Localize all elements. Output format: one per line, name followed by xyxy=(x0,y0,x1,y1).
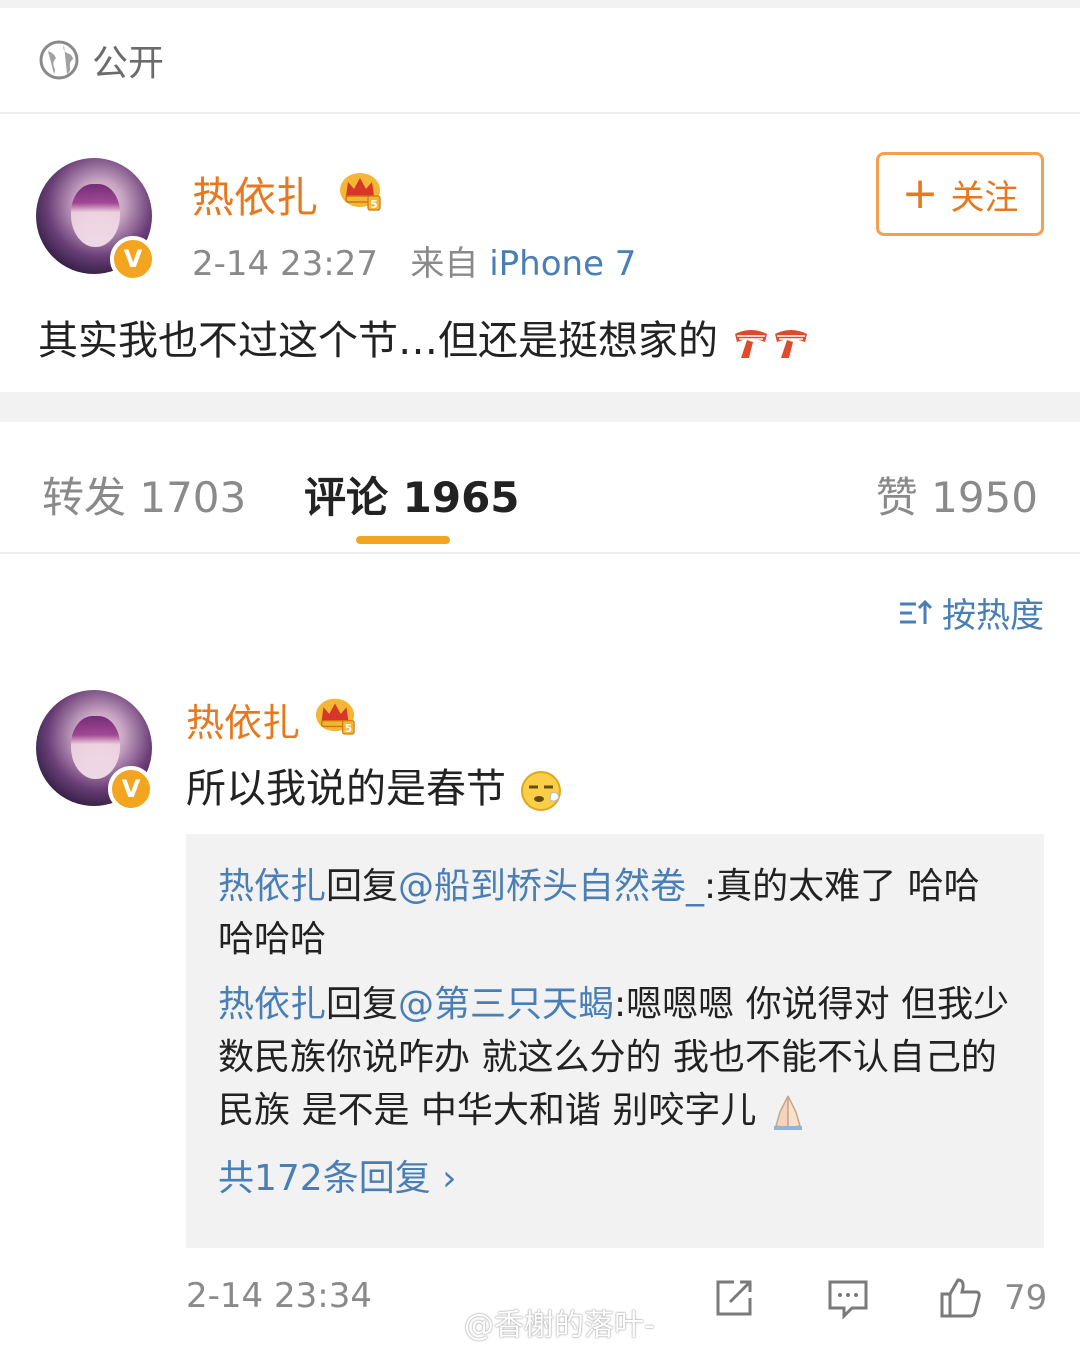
reply-mention[interactable]: @船到桥头自然卷_ xyxy=(398,866,704,907)
comment-like-count: 79 xyxy=(1004,1278,1048,1318)
comment-icon[interactable] xyxy=(826,1276,870,1320)
watermark-text: @香榭的落叶- xyxy=(464,1308,655,1343)
section-divider xyxy=(0,392,1080,422)
post-device[interactable]: iPhone 7 xyxy=(489,244,636,284)
folded-hands-emoji-icon xyxy=(773,1095,802,1130)
reply-preview-box[interactable]: 热依扎回复@船到桥头自然卷_:真的太难了 哈哈哈哈哈 热依扎回复@第三只天蝎:嗯… xyxy=(186,834,1044,1248)
visibility-label: 公开 xyxy=(92,43,165,84)
post-content: 其实我也不过这个节…但还是挺想家的 xyxy=(38,308,811,366)
post-source-prefix: 来自 xyxy=(410,244,479,284)
sort-label: 按热度 xyxy=(942,596,1044,636)
svg-text:5: 5 xyxy=(370,198,378,211)
scarf-emoji-icon xyxy=(774,330,807,358)
svg-text:5: 5 xyxy=(345,723,352,735)
post-content-text: 其实我也不过这个节…但还是挺想家的 xyxy=(38,318,718,364)
verified-badge-icon: V xyxy=(110,236,156,282)
weibo-post: V 热依扎 5 2-14 23:27 来自 iPhone 7 + 关注 其实我也… xyxy=(0,114,1080,392)
comment-text: 所以我说的是春节 xyxy=(186,756,563,814)
post-meta: 2-14 23:27 来自 iPhone 7 xyxy=(192,236,636,285)
vip-crown-icon: 5 xyxy=(336,166,384,212)
vip-crown-icon: 5 xyxy=(312,692,358,736)
verified-badge-icon: V xyxy=(108,766,154,812)
reply-mention[interactable]: @第三只天蝎 xyxy=(398,984,614,1025)
reply-author[interactable]: 热依扎 xyxy=(218,984,326,1025)
share-icon[interactable] xyxy=(712,1276,756,1320)
sleepy-face-emoji-icon xyxy=(520,771,561,811)
sort-button[interactable]: 按热度 xyxy=(898,588,1044,637)
reply-verb: 回复 xyxy=(326,866,399,907)
sort-icon xyxy=(900,599,933,624)
reply-author[interactable]: 热依扎 xyxy=(218,866,326,907)
view-all-replies-link[interactable]: 共172条回复 › xyxy=(218,1149,1012,1201)
post-author-name[interactable]: 热依扎 xyxy=(192,164,318,225)
follow-label: 关注 xyxy=(950,177,1019,218)
tab-repost[interactable]: 转发 1703 xyxy=(42,464,246,525)
visibility-bar: 公开 xyxy=(0,0,1080,114)
tab-like[interactable]: 赞 1950 xyxy=(876,464,1038,525)
watermark: @香榭的落叶- xyxy=(416,1300,655,1344)
weibo-logo-icon xyxy=(416,1307,458,1338)
active-tab-indicator xyxy=(356,536,450,544)
like-thumb-icon[interactable] xyxy=(938,1276,982,1320)
scarf-emoji-icon xyxy=(734,330,767,358)
reply-verb: 回复 xyxy=(326,984,399,1025)
plus-icon: + xyxy=(901,168,939,219)
comment-text-content: 所以我说的是春节 xyxy=(186,766,506,812)
post-time: 2-14 23:27 xyxy=(192,244,378,284)
tab-comment[interactable]: 评论 1965 xyxy=(304,464,520,525)
commenter-name[interactable]: 热依扎 xyxy=(186,692,300,747)
reply-item[interactable]: 热依扎回复@船到桥头自然卷_:真的太难了 哈哈哈哈哈 xyxy=(218,860,1012,966)
interaction-tabs: 转发 1703 评论 1965 赞 1950 xyxy=(0,422,1080,554)
globe-icon xyxy=(39,40,79,80)
comment-time: 2-14 23:34 xyxy=(186,1276,372,1316)
reply-item[interactable]: 热依扎回复@第三只天蝎:嗯嗯嗯 你说得对 但我少数民族你说咋办 就这么分的 我也… xyxy=(218,978,1012,1137)
follow-button[interactable]: + 关注 xyxy=(876,152,1044,236)
